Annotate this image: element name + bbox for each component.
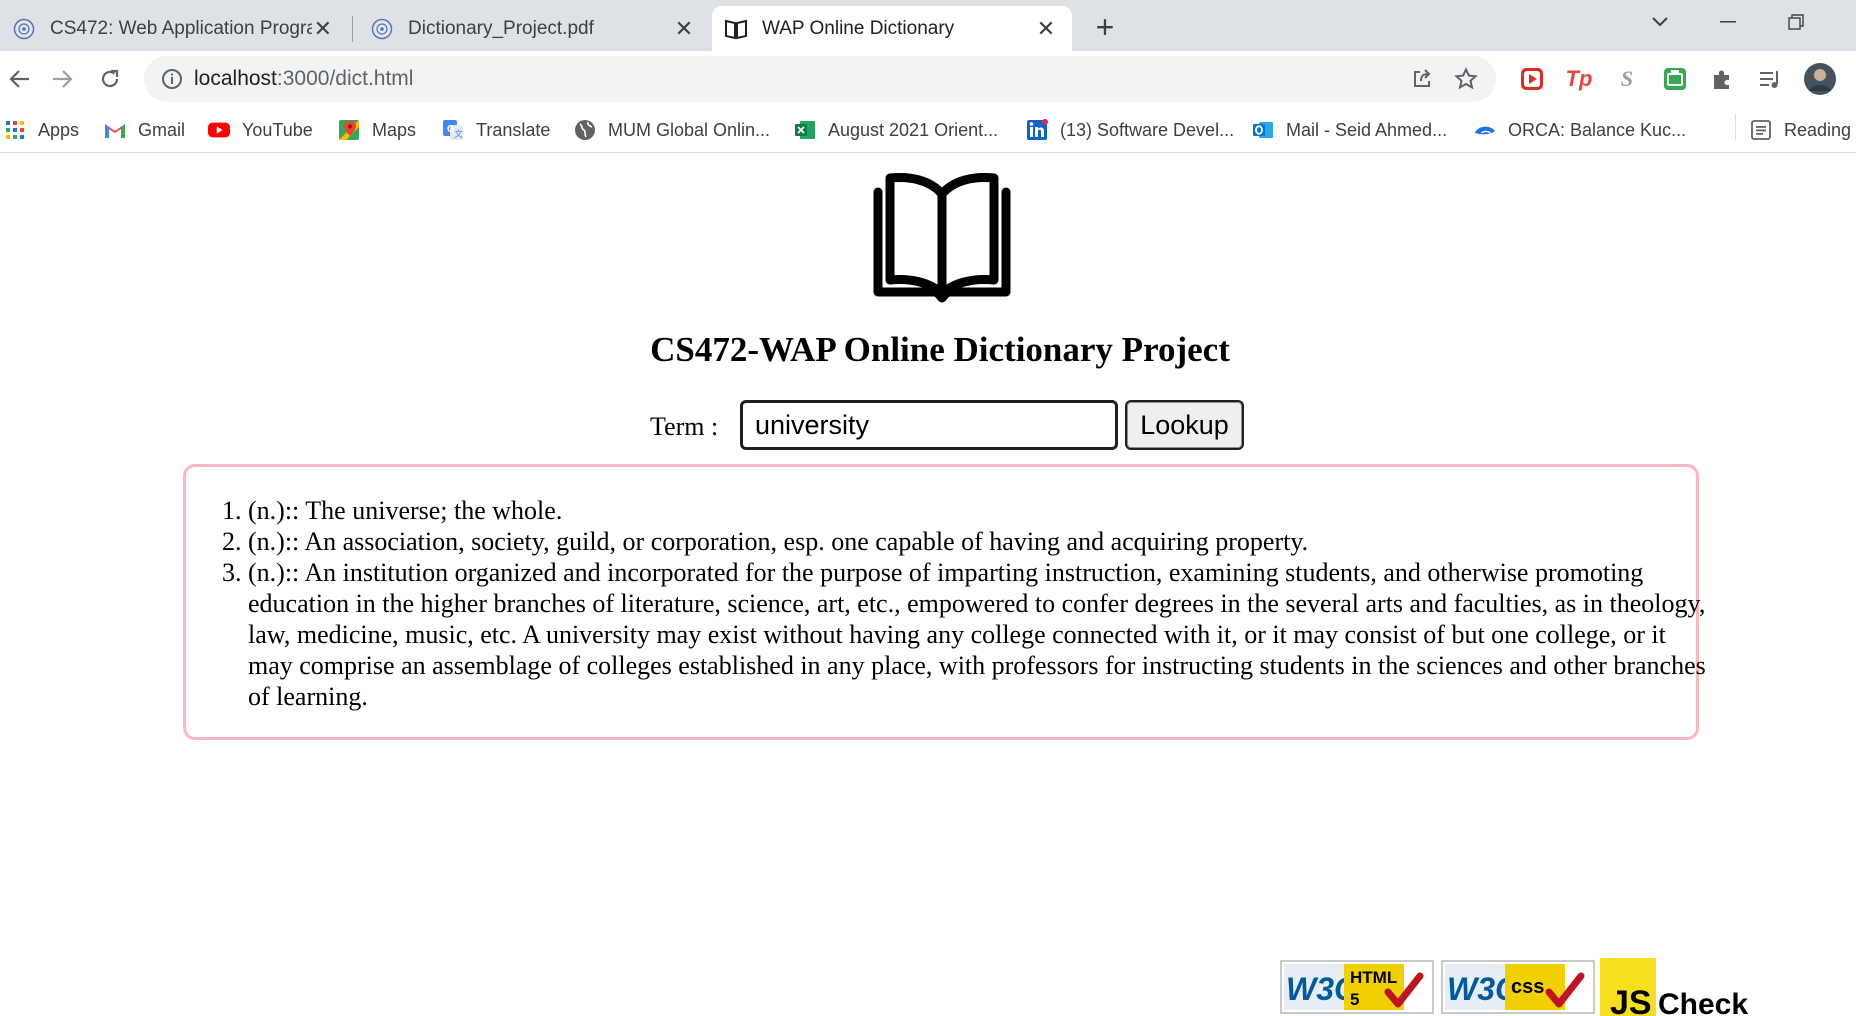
tab-title: WAP Online Dictionary: [762, 17, 955, 39]
definition-item: (n.):: An institution organized and inco…: [248, 557, 1708, 712]
definitions-list: (n.):: The universe; the whole. (n.):: A…: [248, 495, 1708, 712]
close-icon[interactable]: ✕: [312, 16, 334, 41]
bookmark-star-icon[interactable]: [1452, 65, 1480, 93]
lookup-button[interactable]: Lookup: [1125, 400, 1244, 450]
restore-icon[interactable]: [1766, 0, 1826, 44]
w3c-html5-badge[interactable]: W3C HTML 5: [1280, 960, 1434, 1014]
bookmark-label: YouTube: [242, 119, 313, 140]
reading-list-label: Reading: [1784, 119, 1852, 140]
jscheck-badge[interactable]: JS Check: [1600, 958, 1756, 1016]
s-extension-icon[interactable]: S: [1612, 64, 1642, 94]
bookmark-label: (13) Software Devel...: [1060, 119, 1235, 140]
maps-icon: [338, 119, 360, 141]
outlook-icon: [1252, 119, 1274, 141]
bookmark-label: Mail - Seid Ahmed...: [1286, 119, 1448, 140]
bookmark-label: Gmail: [138, 119, 186, 140]
youtube-icon: [208, 119, 230, 141]
record-extension-icon[interactable]: [1517, 64, 1547, 94]
info-icon[interactable]: [160, 67, 184, 91]
badge-html-version: 5: [1350, 990, 1359, 1009]
close-icon[interactable]: ✕: [1034, 16, 1058, 41]
forward-arrow-icon[interactable]: [42, 59, 82, 99]
close-icon[interactable]: ✕: [672, 16, 696, 41]
open-book-icon: [862, 164, 1022, 304]
url-host: localhost: [194, 67, 277, 90]
bookmark-label: Apps: [38, 119, 80, 140]
bookmark-mum-global[interactable]: MUM Global Onlin...: [574, 115, 770, 145]
reload-icon[interactable]: [90, 59, 130, 99]
definition-item: (n.):: The universe; the whole.: [248, 495, 1708, 526]
media-playlist-icon[interactable]: [1755, 64, 1785, 94]
reading-list[interactable]: Reading: [1750, 115, 1851, 145]
reading-list-icon: [1750, 119, 1772, 141]
tab-wap-online-dictionary[interactable]: WAP Online Dictionary ✕: [712, 6, 1072, 51]
tab-title: Dictionary_Project.pdf: [408, 17, 594, 39]
puzzle-extensions-icon[interactable]: [1707, 64, 1737, 94]
address-bar[interactable]: localhost:3000/dict.html: [144, 56, 1496, 102]
term-input[interactable]: [740, 400, 1118, 450]
bookmark-maps[interactable]: Maps: [338, 115, 416, 145]
bookmark-translate[interactable]: G文 Translate: [442, 115, 550, 145]
bookmark-software-devel[interactable]: (13) Software Devel...: [1026, 115, 1234, 145]
badge-css-text: css: [1511, 976, 1544, 998]
university-seal-icon: [12, 17, 36, 41]
tp-extension-icon[interactable]: Tp: [1564, 64, 1594, 94]
bookmark-august-orientation[interactable]: August 2021 Orient...: [794, 115, 998, 145]
orca-icon: [1474, 119, 1496, 141]
badge-check-text: Check: [1658, 988, 1748, 1016]
badge-html-text: HTML: [1350, 968, 1397, 987]
tab-cs472[interactable]: CS472: Web Application Program ✕: [0, 6, 348, 51]
green-extension-icon[interactable]: [1660, 64, 1690, 94]
tab-strip: CS472: Web Application Program ✕ Diction…: [0, 0, 1856, 51]
bookmark-orca[interactable]: ORCA: Balance Kuc...: [1474, 115, 1686, 145]
globe-icon: [574, 119, 596, 141]
bookmark-label: ORCA: Balance Kuc...: [1508, 119, 1687, 140]
bookmark-label: MUM Global Onlin...: [608, 119, 771, 140]
open-book-icon: [724, 17, 748, 41]
tab-dictionary-pdf[interactable]: Dictionary_Project.pdf ✕: [358, 6, 710, 51]
university-seal-icon: [370, 17, 394, 41]
bookmarks-bar: Apps Gmail YouTube Maps G文 Translate MUM…: [0, 107, 1856, 153]
page-content: CS472-WAP Online Dictionary Project Term…: [0, 154, 1856, 1016]
bookmark-label: Translate: [476, 119, 551, 140]
bookmark-label: Maps: [372, 119, 417, 140]
apps-grid-icon: [4, 119, 26, 141]
lookup-form: Term : Lookup: [0, 400, 1856, 452]
linkedin-icon: [1026, 119, 1048, 141]
share-icon[interactable]: [1408, 65, 1436, 93]
definition-item: (n.):: An association, society, guild, o…: [248, 526, 1708, 557]
gmail-icon: [104, 119, 126, 141]
definitions-panel: (n.):: The universe; the whole. (n.):: A…: [183, 464, 1706, 740]
term-label: Term :: [650, 412, 719, 441]
bookmark-apps[interactable]: Apps: [4, 115, 79, 145]
translate-icon: G文: [442, 119, 464, 141]
minimize-icon[interactable]: [1698, 0, 1758, 44]
tab-search-chevron-icon[interactable]: [1630, 0, 1690, 44]
excel-icon: [794, 119, 816, 141]
bookmark-mail-seid-ahmed[interactable]: Mail - Seid Ahmed...: [1252, 115, 1447, 145]
tab-divider: [352, 16, 353, 42]
browser-toolbar: localhost:3000/dict.html Tp S: [0, 51, 1856, 107]
avatar[interactable]: [1802, 61, 1838, 97]
w3c-css-badge[interactable]: W3C css: [1441, 960, 1595, 1014]
svg-text:文: 文: [454, 128, 463, 139]
bookmark-label: August 2021 Orient...: [828, 119, 999, 140]
badge-js-text: JS: [1610, 984, 1652, 1016]
tab-title: CS472: Web Application Program: [50, 17, 312, 39]
url-text: localhost:3000/dict.html: [194, 67, 413, 91]
bookmark-gmail[interactable]: Gmail: [104, 115, 185, 145]
bookmarks-divider: [1735, 114, 1736, 140]
bookmark-youtube[interactable]: YouTube: [208, 115, 313, 145]
url-path: :3000/dict.html: [276, 67, 414, 90]
page-title: CS472-WAP Online Dictionary Project: [650, 330, 1230, 369]
new-tab-button[interactable]: +: [1088, 9, 1122, 45]
back-arrow-icon[interactable]: [0, 59, 40, 99]
